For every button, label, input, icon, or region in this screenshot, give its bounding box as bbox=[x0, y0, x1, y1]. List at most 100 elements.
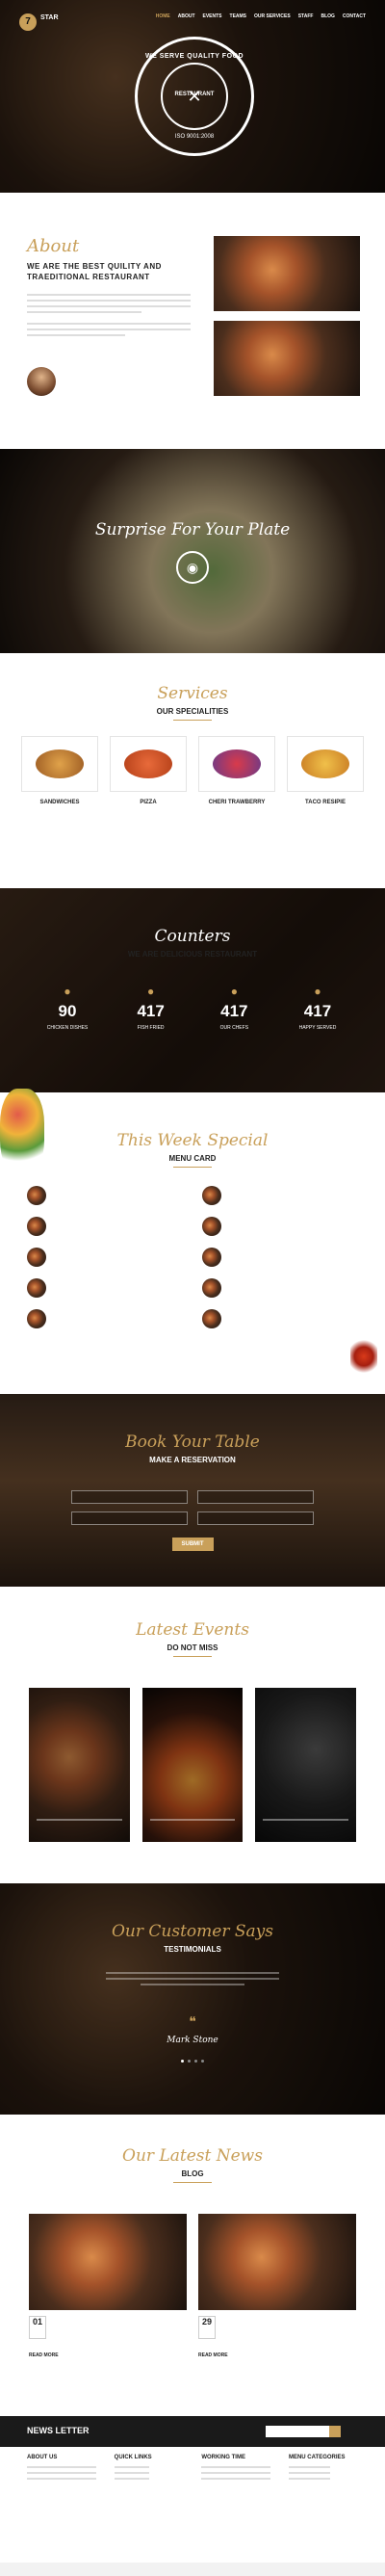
counter-value: 417 bbox=[137, 1002, 165, 1020]
read-more-link[interactable]: READ MORE bbox=[198, 2353, 356, 2358]
menu-item[interactable] bbox=[27, 1308, 183, 1329]
menu-item[interactable] bbox=[27, 1247, 183, 1268]
news-card[interactable]: 29 READ MORE bbox=[198, 2214, 356, 2358]
events-subtitle: DO NOT MISS bbox=[167, 1643, 218, 1652]
chicken-icon: ● bbox=[64, 985, 71, 998]
service-label: CHERI TRAWBERRY bbox=[208, 800, 266, 805]
menu-item[interactable] bbox=[202, 1185, 358, 1206]
footer-col-menu: MENU CATEGORIES bbox=[288, 2455, 358, 2484]
nav-contact[interactable]: CONTACT bbox=[343, 13, 366, 19]
services-list: SANDWICHES PIZZA CHERI TRAWBERRY TACO RE… bbox=[0, 736, 385, 805]
services-subtitle: OUR SPECIALITIES bbox=[156, 707, 229, 716]
nav-blog[interactable]: BLOG bbox=[321, 13, 334, 19]
testimonials-title: Our Customer Says bbox=[112, 1922, 273, 1941]
news-heading[interactable] bbox=[221, 2316, 356, 2339]
cloche-icon: ● bbox=[314, 985, 321, 998]
news-card[interactable]: 01 READ MORE bbox=[29, 2214, 187, 2358]
news-list: 01 READ MORE 29 READ MORE bbox=[29, 2214, 356, 2358]
logo-text[interactable]: STAR bbox=[40, 14, 59, 21]
counters-list: ● 90 CHICKEN DISHES ● 417 FISH FRIED ● 417 OUR… bbox=[29, 985, 356, 1031]
sandwich-icon bbox=[36, 749, 84, 778]
phone-field[interactable] bbox=[71, 1511, 188, 1525]
emblem-year-text: ISO 9001:2008 bbox=[174, 134, 215, 140]
footer-col-title: WORKING TIME bbox=[201, 2455, 245, 2460]
newsletter-bar: NEWS LETTER bbox=[0, 2416, 385, 2447]
about-title: About bbox=[27, 236, 80, 256]
footer-col-links: QUICK LINKS bbox=[114, 2455, 184, 2484]
counter-value: 417 bbox=[220, 1002, 248, 1020]
service-label: SANDWICHES bbox=[39, 800, 80, 805]
testimonial-author: Mark Stone bbox=[167, 2036, 218, 2045]
menu-item[interactable] bbox=[202, 1247, 358, 1268]
submit-button[interactable]: SUBMIT bbox=[171, 1538, 214, 1551]
about-image-2 bbox=[214, 321, 360, 396]
events-list bbox=[29, 1688, 357, 1842]
service-card-taco[interactable]: TACO RESIPIE bbox=[287, 736, 364, 805]
nav-services[interactable]: OUR SERVICES bbox=[254, 13, 291, 19]
nav-about[interactable]: ABOUT bbox=[178, 13, 195, 19]
about-heading: WE ARE THE BEST QUILITY AND TRAEDITIONAL… bbox=[27, 262, 162, 281]
counter-label: CHICKEN DISHES bbox=[46, 1025, 89, 1031]
event-card[interactable] bbox=[141, 1688, 244, 1842]
news-subtitle: BLOG bbox=[181, 2169, 204, 2178]
counter-item: ● 417 HAPPY SERVED bbox=[279, 985, 356, 1031]
book-title: Book Your Table bbox=[125, 1433, 260, 1452]
fish-icon: ● bbox=[147, 985, 155, 998]
avatar bbox=[27, 367, 56, 396]
nav-events[interactable]: EVENTS bbox=[203, 13, 222, 19]
counters-subtitle: WE ARE DELICIOUS RESTAURANT bbox=[127, 950, 258, 959]
menu-item[interactable] bbox=[202, 1277, 358, 1299]
surprise-banner: Surprise For Your Plate ◉ bbox=[0, 449, 385, 653]
date-field[interactable] bbox=[197, 1511, 314, 1525]
plate-icon: ◉ bbox=[176, 551, 209, 584]
nav-staff[interactable]: STAFF bbox=[298, 13, 314, 19]
book-table-section: Book Your Table MAKE A RESERVATION SUBMI… bbox=[0, 1394, 385, 1587]
book-subtitle: MAKE A RESERVATION bbox=[149, 1456, 236, 1464]
nav-teams[interactable]: TEAMS bbox=[230, 13, 247, 19]
services-section: Services OUR SPECIALITIES SANDWICHES PIZ… bbox=[0, 684, 385, 877]
taco-icon bbox=[301, 749, 349, 778]
testimonial-text bbox=[106, 1972, 279, 1989]
carousel-dots[interactable] bbox=[0, 2060, 385, 2063]
testimonials-subtitle: TESTIMONIALS bbox=[164, 1945, 221, 1954]
about-image-1 bbox=[214, 236, 360, 311]
menu-item[interactable] bbox=[27, 1277, 183, 1299]
newsletter-email-input[interactable] bbox=[266, 2426, 329, 2437]
logo-badge[interactable]: 7 bbox=[19, 13, 37, 31]
service-card-sandwiches[interactable]: SANDWICHES bbox=[21, 736, 98, 805]
testimonials-section: Our Customer Says TESTIMONIALS ❝ Mark St… bbox=[0, 1883, 385, 2115]
service-card-strawberry[interactable]: CHERI TRAWBERRY bbox=[198, 736, 275, 805]
footer-col-title: MENU CATEGORIES bbox=[288, 2455, 346, 2460]
weekly-subtitle: MENU CARD bbox=[168, 1154, 217, 1163]
event-card[interactable] bbox=[255, 1688, 357, 1842]
news-image bbox=[29, 2214, 187, 2310]
menu-item[interactable] bbox=[202, 1216, 358, 1237]
menu-item[interactable] bbox=[27, 1216, 183, 1237]
read-more-link[interactable]: READ MORE bbox=[29, 2353, 187, 2358]
news-date: 01 bbox=[29, 2316, 46, 2339]
hero-emblem: WE SERVE QUALITY FOOD ✕ RESTAURANT ISO 9… bbox=[135, 37, 254, 156]
counter-item: ● 417 FISH FRIED bbox=[113, 985, 190, 1031]
name-field[interactable] bbox=[71, 1490, 188, 1504]
nav-home[interactable]: HOME bbox=[156, 13, 170, 19]
email-field[interactable] bbox=[197, 1490, 314, 1504]
counter-value: 417 bbox=[303, 1002, 332, 1020]
main-nav: HOME ABOUT EVENTS TEAMS OUR SERVICES STA… bbox=[156, 13, 366, 19]
menu-list bbox=[27, 1185, 358, 1329]
strawberry-icon bbox=[213, 749, 261, 778]
menu-item[interactable] bbox=[27, 1185, 183, 1206]
menu-item[interactable] bbox=[202, 1308, 358, 1329]
counter-label: HAPPY SERVED bbox=[298, 1025, 337, 1031]
news-heading[interactable] bbox=[52, 2316, 187, 2339]
chef-icon: ● bbox=[230, 985, 238, 998]
counter-item: ● 417 OUR CHEFS bbox=[195, 985, 272, 1031]
service-card-pizza[interactable]: PIZZA bbox=[110, 736, 187, 805]
subscribe-button[interactable] bbox=[329, 2426, 341, 2437]
copyright bbox=[0, 2563, 385, 2576]
counters-section: Counters WE ARE DELICIOUS RESTAURANT ● 90… bbox=[0, 888, 385, 1092]
surprise-title: Surprise For Your Plate bbox=[94, 520, 291, 539]
events-section: Latest Events DO NOT MISS bbox=[0, 1601, 385, 1890]
about-body bbox=[27, 294, 191, 340]
event-card[interactable] bbox=[29, 1688, 130, 1842]
service-label: PIZZA bbox=[140, 800, 157, 805]
